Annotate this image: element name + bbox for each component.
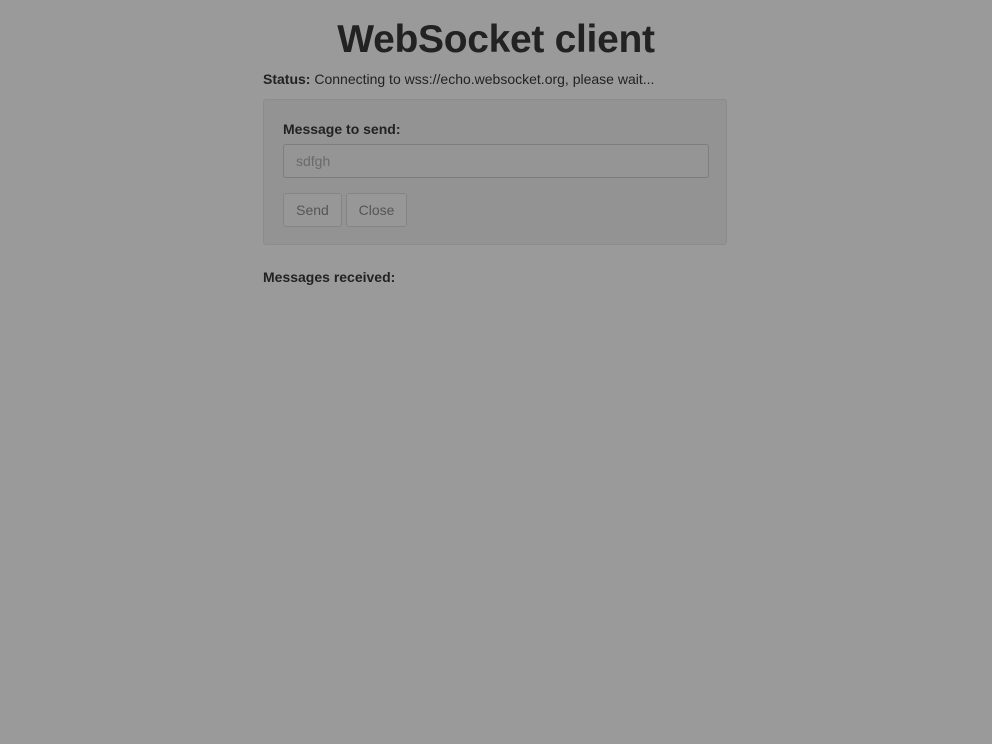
status-text: Connecting to wss://echo.websocket.org, … — [314, 71, 655, 87]
send-message-panel: Message to send: Send Close — [263, 99, 727, 245]
status-label: Status: — [263, 71, 311, 87]
websocket-client-page: WebSocket client Status: Connecting to w… — [0, 0, 992, 744]
message-to-send-label: Message to send: — [283, 121, 401, 137]
messages-received-list — [263, 290, 727, 310]
message-input[interactable] — [283, 144, 709, 178]
status-line: Status: Connecting to wss://echo.websock… — [263, 70, 654, 88]
page-title: WebSocket client — [337, 18, 655, 61]
send-button[interactable]: Send — [283, 193, 342, 227]
messages-received-label: Messages received: — [263, 269, 396, 285]
close-button[interactable]: Close — [346, 193, 407, 227]
